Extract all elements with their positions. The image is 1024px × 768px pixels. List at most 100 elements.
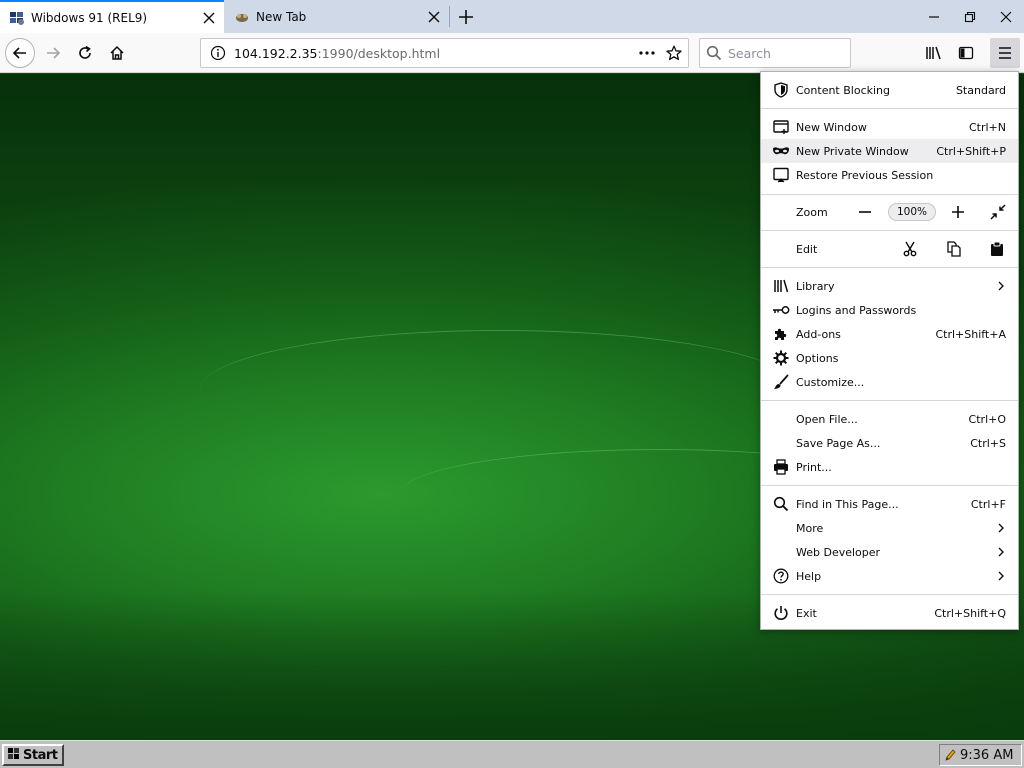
- tab-wibdows[interactable]: Wibdows 91 (REL9): [0, 0, 224, 33]
- url-text[interactable]: 104.192.2.35:1990/desktop.html: [234, 46, 634, 61]
- search-input[interactable]: [728, 45, 838, 61]
- close-tab-icon[interactable]: [200, 9, 218, 27]
- chevron-right-icon: [996, 523, 1006, 533]
- back-arrow-icon: [12, 47, 26, 59]
- power-icon: [771, 603, 791, 623]
- printer-icon: [771, 457, 791, 477]
- search-icon: [771, 494, 791, 514]
- paintbrush-icon: [771, 372, 791, 392]
- tab-favicon-icon: [234, 9, 250, 25]
- sidebar-button[interactable]: [951, 38, 981, 68]
- menu-addons[interactable]: Add-ons Ctrl+Shift+A: [761, 322, 1018, 346]
- menu-shortcut: Ctrl+Shift+A: [935, 327, 1006, 341]
- new-window-icon: [771, 117, 791, 137]
- chevron-right-icon: [996, 547, 1006, 557]
- menu-shortcut: Ctrl+Shift+Q: [934, 606, 1006, 620]
- content-blocking-value: Standard: [955, 83, 1006, 97]
- library-icon: [771, 276, 791, 296]
- menu-restore-session[interactable]: Restore Previous Session: [761, 163, 1018, 187]
- menu-separator: [761, 230, 1018, 231]
- navigation-toolbar: 104.192.2.35:1990/desktop.html: [0, 33, 1024, 73]
- forward-arrow-icon: [47, 47, 61, 59]
- tab-new-tab[interactable]: New Tab: [225, 0, 449, 33]
- menu-content-blocking[interactable]: Content Blocking Standard: [761, 78, 1018, 102]
- menu-separator: [761, 267, 1018, 268]
- menu-label: Find in This Page...: [796, 497, 899, 511]
- restore-button[interactable]: [952, 0, 988, 33]
- app-menu-panel: Content Blocking Standard New Window Ctr…: [760, 71, 1019, 630]
- search-bar[interactable]: [699, 38, 851, 68]
- library-button[interactable]: [919, 38, 949, 68]
- menu-separator: [761, 594, 1018, 595]
- zoom-out-button[interactable]: [851, 200, 879, 224]
- chevron-right-icon: [996, 571, 1006, 581]
- zoom-in-button[interactable]: [944, 200, 972, 224]
- menu-label: Content Blocking: [796, 83, 891, 97]
- tab-title: Wibdows 91 (REL9): [31, 10, 148, 25]
- library-icon: [926, 46, 941, 60]
- site-info-icon[interactable]: [204, 45, 232, 61]
- menu-label: Options: [796, 351, 839, 365]
- start-label: Start: [23, 747, 58, 763]
- menu-new-private-window[interactable]: New Private Window Ctrl+Shift+P: [761, 139, 1018, 163]
- start-logo-icon: [7, 747, 21, 764]
- home-button[interactable]: [102, 38, 132, 68]
- menu-label: More: [796, 521, 824, 535]
- forward-button[interactable]: [38, 38, 68, 68]
- menu-label: Open File...: [796, 412, 858, 426]
- tab-title: New Tab: [256, 9, 307, 24]
- menu-find[interactable]: Find in This Page... Ctrl+F: [761, 492, 1018, 516]
- home-icon: [110, 45, 124, 60]
- taskbar: Start 9:36 AM: [0, 740, 1024, 768]
- menu-label: New Window: [796, 120, 867, 134]
- menu-label: Logins and Passwords: [796, 303, 917, 317]
- menu-help[interactable]: Help: [761, 564, 1018, 588]
- key-icon: [771, 300, 791, 320]
- menu-library[interactable]: Library: [761, 274, 1018, 298]
- menu-open-file[interactable]: Open File... Ctrl+O: [761, 407, 1018, 431]
- reload-icon: [79, 45, 91, 59]
- url-bar[interactable]: 104.192.2.35:1990/desktop.html: [200, 38, 689, 68]
- menu-label: Print...: [796, 460, 832, 474]
- bookmark-star-icon[interactable]: [660, 45, 688, 61]
- reload-button[interactable]: [70, 38, 100, 68]
- menu-customize[interactable]: Customize...: [761, 370, 1018, 394]
- minimize-button[interactable]: [916, 0, 952, 33]
- tab-strip: Wibdows 91 (REL9) New Tab: [0, 0, 1024, 33]
- menu-label: Restore Previous Session: [796, 168, 934, 182]
- copy-button[interactable]: [934, 237, 974, 261]
- menu-label: Customize...: [796, 375, 865, 389]
- close-window-button[interactable]: [988, 0, 1024, 33]
- open-menu-button[interactable]: [990, 38, 1020, 68]
- new-tab-button[interactable]: [454, 5, 478, 29]
- paste-button[interactable]: [977, 237, 1017, 261]
- menu-separator: [761, 400, 1018, 401]
- menu-print[interactable]: Print...: [761, 455, 1018, 479]
- menu-shortcut: Ctrl+O: [968, 412, 1006, 426]
- menu-exit[interactable]: Exit Ctrl+Shift+Q: [761, 601, 1018, 625]
- zoom-level-button[interactable]: 100%: [888, 203, 936, 221]
- exit-fullscreen-icon: [990, 204, 1006, 220]
- menu-logins-passwords[interactable]: Logins and Passwords: [761, 298, 1018, 322]
- page-actions-icon[interactable]: [634, 51, 660, 55]
- plus-icon: [952, 206, 964, 218]
- tray-pencil-icon[interactable]: [944, 748, 956, 762]
- menu-options[interactable]: Options: [761, 346, 1018, 370]
- wallpaper-swoosh: [200, 330, 800, 450]
- menu-label: Save Page As...: [796, 436, 881, 450]
- system-tray: 9:36 AM: [939, 744, 1022, 766]
- copy-icon: [947, 241, 961, 257]
- menu-more[interactable]: More: [761, 516, 1018, 540]
- menu-web-developer[interactable]: Web Developer: [761, 540, 1018, 564]
- fullscreen-button[interactable]: [984, 200, 1012, 224]
- minimize-icon: [929, 15, 939, 18]
- menu-new-window[interactable]: New Window Ctrl+N: [761, 115, 1018, 139]
- start-button[interactable]: Start: [2, 744, 64, 766]
- menu-separator: [761, 485, 1018, 486]
- close-tab-icon[interactable]: [425, 8, 443, 26]
- menu-save-page[interactable]: Save Page As... Ctrl+S: [761, 431, 1018, 455]
- cut-button[interactable]: [890, 237, 930, 261]
- tab-separator: [449, 6, 450, 27]
- menu-separator: [761, 108, 1018, 109]
- back-button[interactable]: [5, 38, 35, 68]
